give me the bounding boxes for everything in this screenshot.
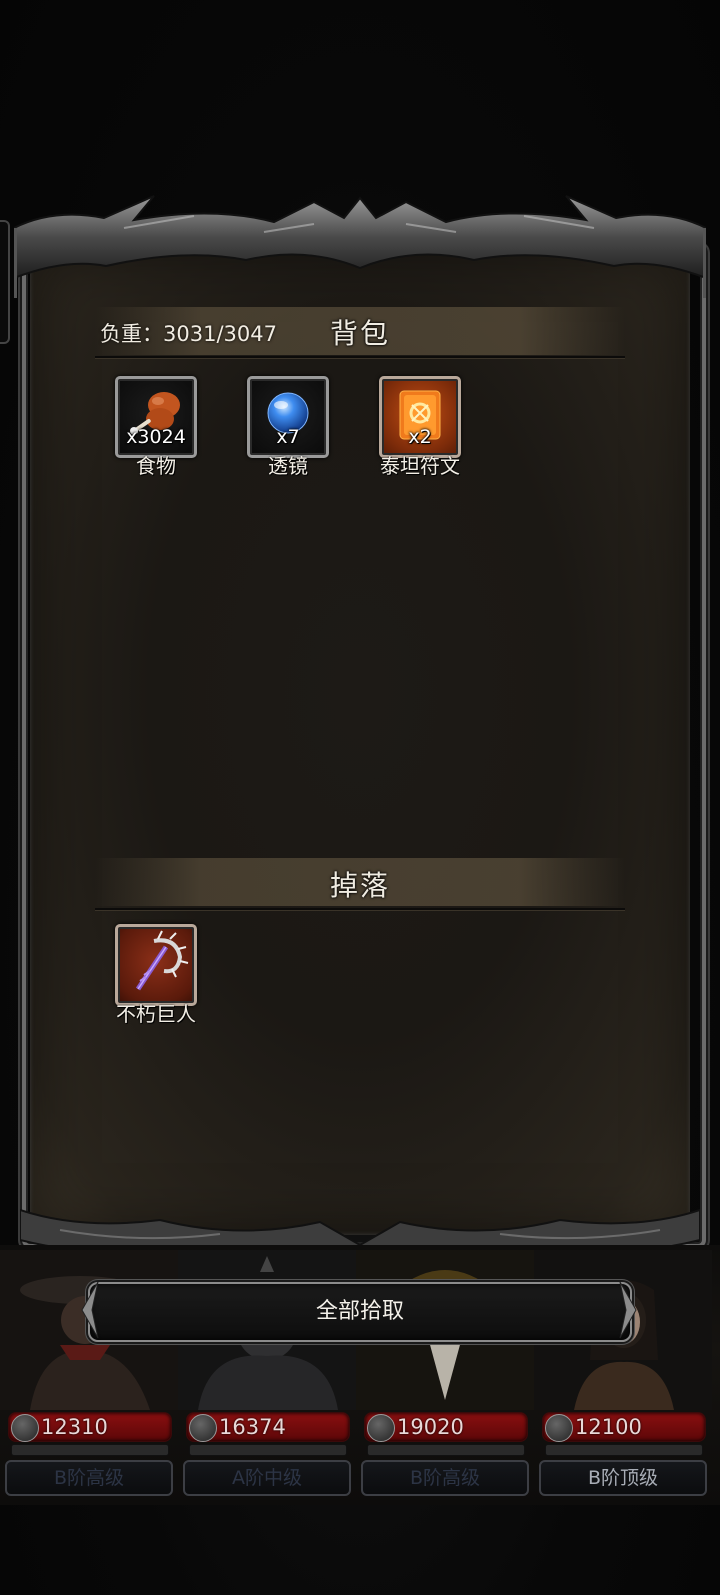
hero-hp-bar: 16374: [186, 1412, 350, 1442]
hero-power: 16374: [219, 1415, 286, 1439]
item-slot-food[interactable]: x3024 食物: [115, 376, 197, 478]
sword-icon: [189, 1414, 217, 1442]
hero-power: 12100: [575, 1415, 642, 1439]
item-name: 不朽巨人: [116, 1002, 196, 1026]
item-count: x7: [276, 426, 300, 448]
hero-exp-bar: [189, 1444, 347, 1456]
sword-icon: [367, 1414, 395, 1442]
item-count: x2: [408, 426, 432, 448]
drops-title: 掉落: [329, 869, 390, 902]
item-slot-titan-rune[interactable]: x2 泰坦符文: [379, 376, 461, 478]
button-right-ornament: [619, 1281, 637, 1339]
spiked-mace-icon: [135, 930, 189, 991]
panel-top-ornament: [14, 195, 706, 298]
item-slot-lens[interactable]: x7 透镜: [247, 376, 329, 478]
pick-all-button[interactable]: 全部拾取: [88, 1282, 632, 1342]
hero-rank: B阶高级: [5, 1460, 173, 1496]
hero-hp-bar: 12100: [542, 1412, 706, 1442]
hero-hp-bar: 19020: [364, 1412, 528, 1442]
hero-exp-bar: [367, 1444, 525, 1456]
sword-icon: [11, 1414, 39, 1442]
hero-power: 19020: [397, 1415, 464, 1439]
drops-divider: [95, 908, 625, 910]
item-name: 泰坦符文: [380, 454, 460, 478]
hero-rank: A阶中级: [183, 1460, 351, 1496]
game-screen: 负重：3031/3047 背包 x3024 食物 x7 透镜 x2 泰坦符文 掉…: [0, 0, 720, 1595]
hero-hp-bar: 12310: [8, 1412, 172, 1442]
hero-exp-bar: [11, 1444, 169, 1456]
button-left-ornament: [81, 1281, 99, 1339]
hero-rank: B阶顶级: [539, 1460, 707, 1496]
item-count: x3024: [126, 426, 186, 448]
sword-icon: [545, 1414, 573, 1442]
hero-power: 12310: [41, 1415, 108, 1439]
hero-rank: B阶高级: [361, 1460, 529, 1496]
hero-exp-bar: [545, 1444, 703, 1456]
backpack-divider: [95, 356, 625, 358]
drop-slot-immortal-giant[interactable]: 不朽巨人: [115, 924, 197, 1026]
backpack-title: 背包: [329, 317, 390, 350]
